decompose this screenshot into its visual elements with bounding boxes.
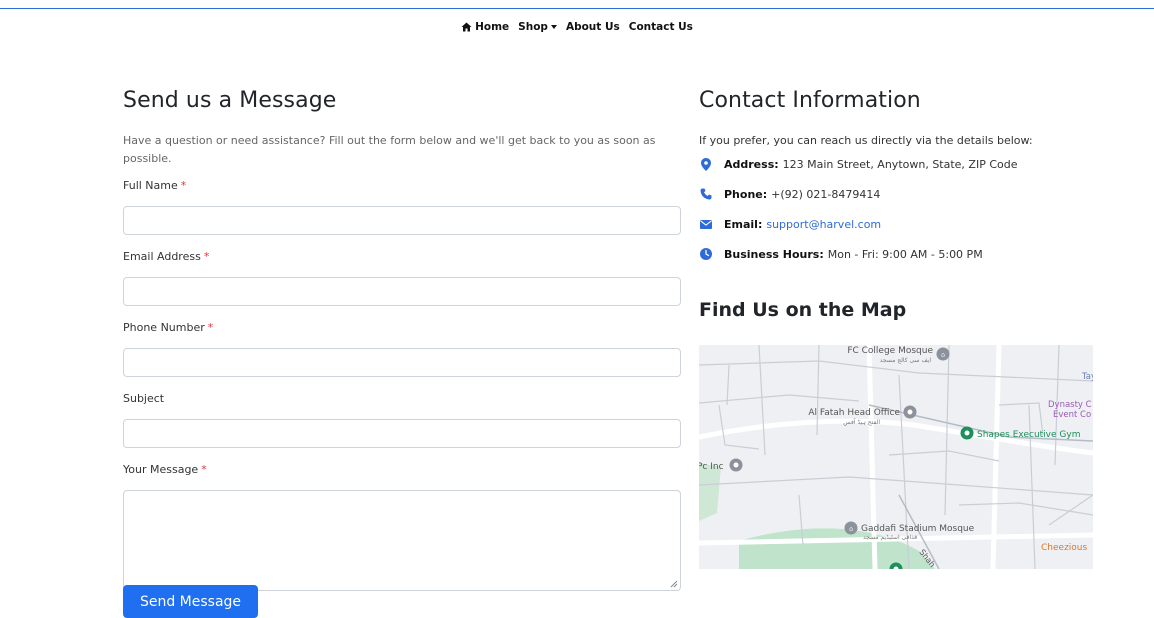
field-label: Phone Number (123, 321, 205, 334)
field-your-message: Your Message * (123, 462, 681, 591)
form-intro: Have a question or need assistance? Fill… (123, 134, 656, 165)
top-border-line (0, 8, 1154, 9)
field-full-name: Full Name * (123, 178, 681, 235)
contact-title: Contact Information (699, 88, 921, 113)
svg-text:⌂: ⌂ (941, 352, 945, 359)
place-label: Pc Inc (699, 462, 724, 472)
nav-item-label: Home (475, 21, 510, 33)
field-phone-number: Phone Number * (123, 320, 681, 377)
required-mark: * (201, 463, 207, 476)
place-label: FC College Mosque (847, 346, 933, 356)
field-email-address: Email Address * (123, 249, 681, 306)
full-name-input[interactable] (123, 206, 681, 235)
contact-label: Email: (724, 217, 763, 231)
field-label: Email Address (123, 250, 201, 263)
contact-label: Phone: (724, 187, 768, 201)
email-address-input[interactable] (123, 277, 681, 306)
nav-item-label: About Us (565, 21, 620, 33)
place-label: الفتح ہیڈ آفس (843, 417, 880, 426)
place-label: Dynasty C (1048, 400, 1092, 410)
nav-item-contact-us[interactable]: Contact Us (629, 21, 693, 33)
envelope-icon (699, 217, 713, 231)
form-title: Send us a Message (123, 88, 337, 113)
email-link[interactable]: support@harvel.com (766, 218, 881, 231)
message-textarea[interactable] (123, 490, 681, 591)
field-subject: Subject (123, 391, 681, 448)
contact-email: Email: support@harvel.com (699, 216, 1093, 232)
embedded-map[interactable]: ⌂ FC College Mosque ایف سی کالج مسجد Al … (699, 345, 1093, 569)
send-message-button[interactable]: Send Message (123, 585, 258, 618)
phone-icon (699, 187, 713, 201)
contact-label: Address: (724, 157, 779, 171)
contact-value: +(92) 021-8479414 (771, 187, 881, 201)
contact-phone: Phone: +(92) 021-8479414 (699, 186, 1093, 202)
home-icon (461, 22, 472, 32)
map-pin-icon (699, 157, 713, 171)
nav-item-label: Shop (518, 21, 548, 33)
field-label: Subject (123, 392, 165, 405)
phone-number-input[interactable] (123, 348, 681, 377)
required-mark: * (207, 321, 214, 334)
contact-address: Address: 123 Main Street, Anytown, State… (699, 156, 1093, 172)
clock-icon (699, 247, 713, 261)
svg-text:⌂: ⌂ (849, 526, 853, 533)
field-label: Full Name (123, 179, 178, 192)
contact-intro: If you prefer, you can reach us directly… (699, 134, 1033, 147)
place-label: Event Co (1053, 410, 1091, 420)
map-title: Find Us on the Map (699, 299, 907, 321)
contact-form-section: Send us a Message Have a question or nee… (123, 86, 681, 591)
place-label: Gaddafi Stadium Mosque (861, 524, 975, 534)
nav-item-home[interactable]: Home (461, 21, 509, 33)
main-nav: Home Shop About Us Contact Us (0, 21, 1154, 33)
contact-label: Business Hours: (724, 247, 824, 261)
place-label: Tay (1081, 372, 1093, 382)
map-canvas[interactable]: ⌂ FC College Mosque ایف سی کالج مسجد Al … (699, 345, 1093, 569)
field-label: Your Message (123, 463, 199, 476)
place-label: Shapes Executive Gym (977, 430, 1080, 440)
place-label: ایف سی کالج مسجد (880, 357, 932, 364)
nav-item-about-us[interactable]: About Us (566, 21, 620, 33)
place-label: Cheezious (1041, 543, 1087, 553)
contact-value: 123 Main Street, Anytown, State, ZIP Cod… (782, 157, 1018, 171)
nav-item-label: Contact Us (628, 21, 693, 33)
required-mark: * (203, 250, 210, 263)
subject-input[interactable] (123, 419, 681, 448)
contact-value: Mon - Fri: 9:00 AM - 5:00 PM (827, 247, 983, 261)
caret-down-icon (550, 25, 557, 29)
nav-item-shop[interactable]: Shop (518, 21, 557, 33)
place-label: Al Fatah Head Office (808, 408, 900, 418)
contact-business-hours: Business Hours: Mon - Fri: 9:00 AM - 5:0… (699, 246, 1093, 262)
place-label: قذافی اسٹیڈیم مسجد (863, 534, 917, 541)
contact-info-section: Contact Information If you prefer, you c… (699, 86, 1093, 323)
resize-grip-icon[interactable] (670, 580, 678, 588)
required-mark: * (180, 179, 187, 192)
